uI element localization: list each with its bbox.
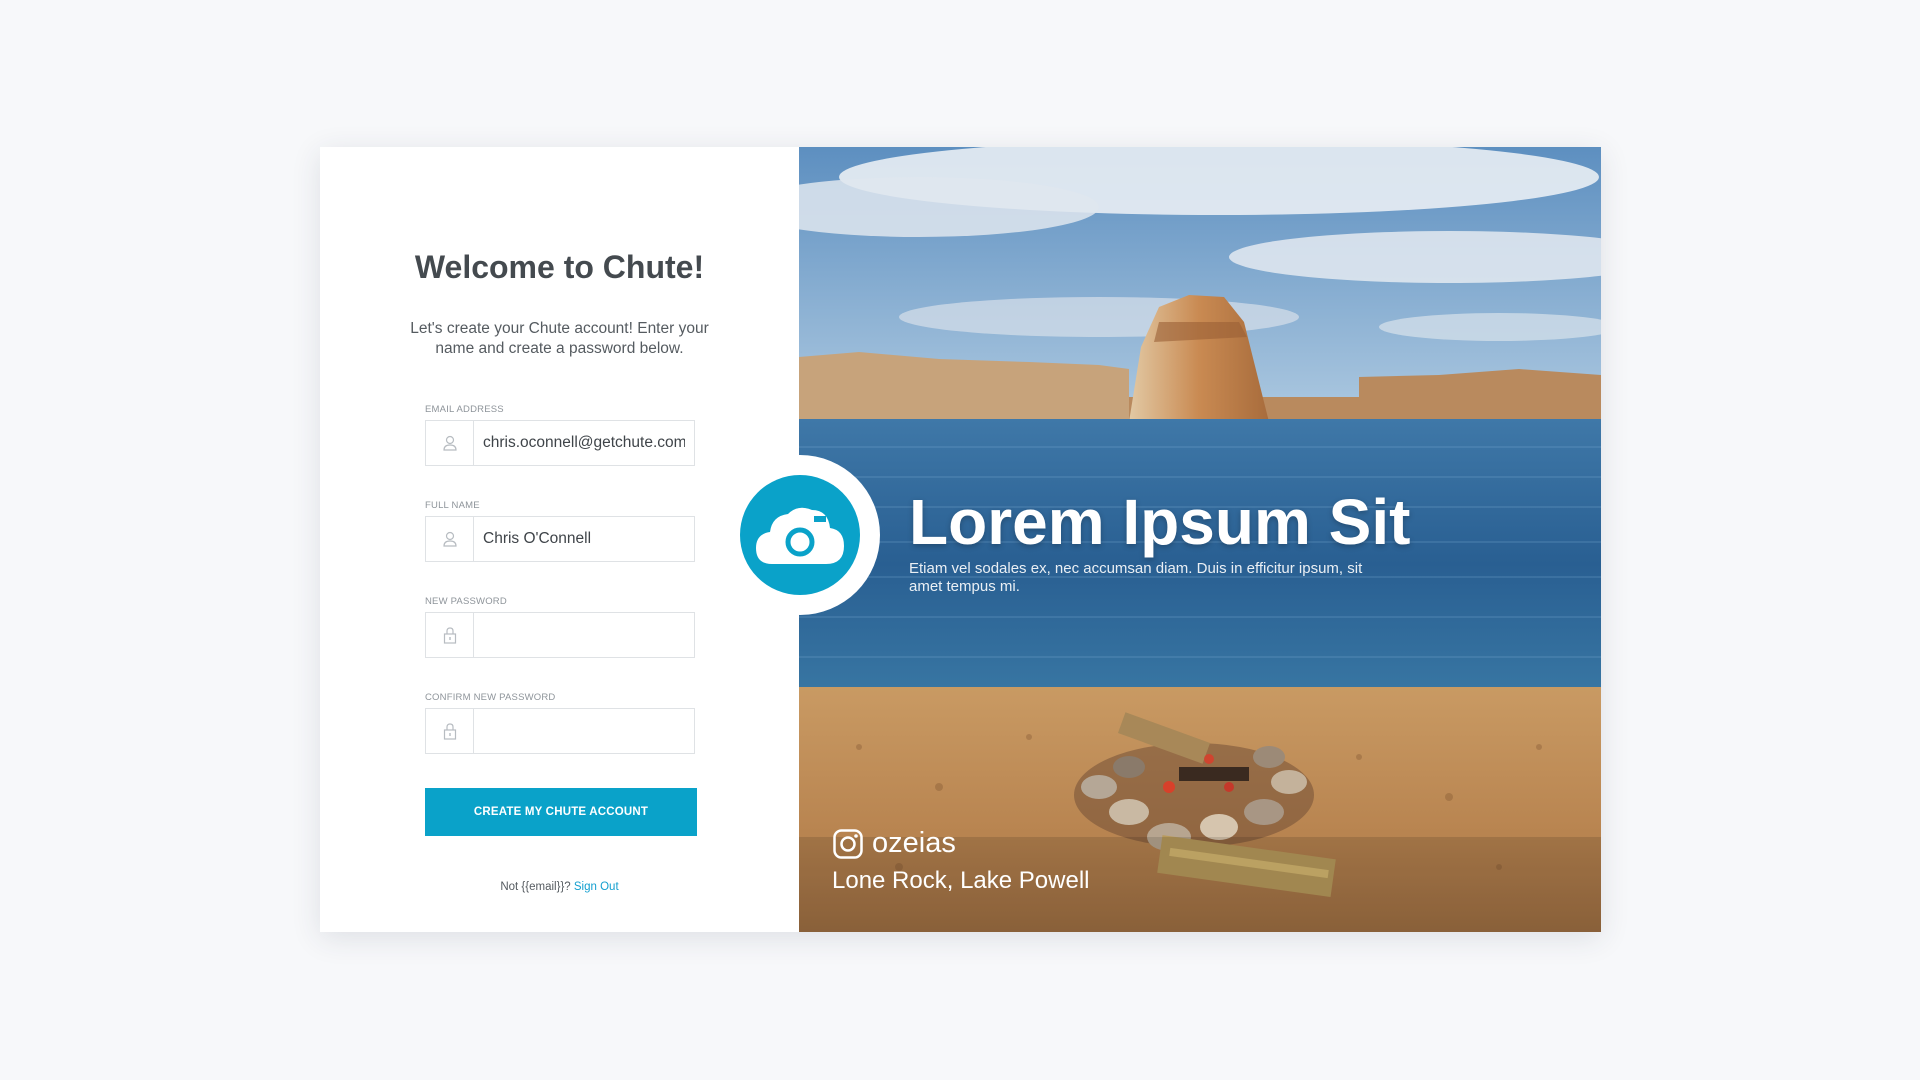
- page-subtitle: Let's create your Chute account! Enter y…: [410, 320, 709, 357]
- lock-icon: [426, 709, 474, 753]
- new-password-field-wrapper: [425, 612, 695, 658]
- instagram-icon: [832, 828, 864, 860]
- chute-logo: [720, 455, 880, 615]
- page-title: Welcome to Chute!: [414, 249, 705, 285]
- full-name-label: Full Name: [425, 500, 480, 511]
- create-account-button[interactable]: Create My Chute Account: [425, 788, 697, 836]
- confirm-password-label: Confirm New Password: [425, 692, 556, 703]
- confirm-password-field-wrapper: [425, 708, 695, 754]
- instagram-credit: ozeias: [832, 827, 956, 860]
- cloud-camera-icon: [740, 475, 860, 595]
- photo-location: Lone Rock, Lake Powell: [832, 867, 1090, 894]
- hero-title: Lorem Ipsum Sit: [909, 486, 1411, 558]
- email-field[interactable]: [474, 421, 694, 465]
- hero-text: Etiam vel sodales ex, nec accumsan diam.…: [909, 560, 1363, 595]
- hero-photo-panel: Lorem Ipsum Sit Etiam vel sodales ex, ne…: [799, 147, 1601, 932]
- email-label: Email Address: [425, 404, 504, 415]
- confirm-password-field[interactable]: [474, 709, 694, 753]
- full-name-field-wrapper: [425, 516, 695, 562]
- new-password-field[interactable]: [474, 613, 694, 657]
- lock-icon: [426, 613, 474, 657]
- not-email-text: Not {{email}}?: [500, 881, 571, 893]
- sign-out-note: Not {{email}}? Sign Out: [320, 881, 799, 893]
- user-icon: [426, 517, 474, 561]
- full-name-field[interactable]: [474, 517, 694, 561]
- email-field-wrapper: [425, 420, 695, 466]
- sign-out-link[interactable]: Sign Out: [574, 881, 619, 893]
- signup-card: Welcome to Chute! Let's create your Chut…: [320, 147, 1601, 932]
- instagram-handle: ozeias: [872, 827, 956, 859]
- new-password-label: New Password: [425, 596, 507, 607]
- user-icon: [426, 421, 474, 465]
